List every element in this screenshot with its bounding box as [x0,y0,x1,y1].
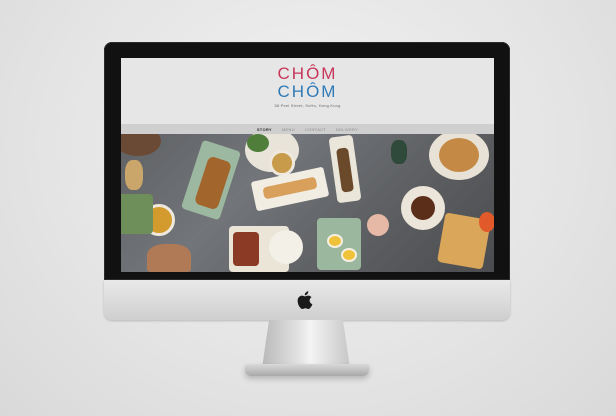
hand-bottom-left [147,244,191,272]
site-header: CHÔM CHÔM 58 Peel Street, SoHo, Hong Kon… [121,58,494,124]
logo-line-bottom[interactable]: CHÔM [121,83,494,101]
address-text: 58 Peel Street, SoHo, Hong Kong [274,103,341,108]
imac-base [245,364,369,376]
plate-curry-bowl [269,150,295,176]
nav-item-story[interactable]: STORY [257,127,272,132]
glass-green [391,140,407,164]
nav-item-menu[interactable]: MENU [282,127,295,132]
egg-1 [327,234,343,248]
plate-top-left [121,134,161,156]
egg-2 [341,248,357,262]
glass-rose [367,214,389,236]
dish-bottom-center-fill [233,232,259,266]
nav-item-contact[interactable]: CONTACT [305,127,326,132]
main-nav: STORY MENU CONTACT DELIVERY [121,124,494,134]
chili-bowl [479,212,494,232]
website-screen: CHÔM CHÔM 58 Peel Street, SoHo, Hong Kon… [121,58,494,272]
imac-monitor: CHÔM CHÔM 58 Peel Street, SoHo, Hong Kon… [104,42,510,280]
dish-salad-left [121,194,153,234]
apple-icon [297,291,313,310]
hero-food-image [121,134,494,272]
plate-noodles-fill [439,138,479,172]
glass-left [125,160,143,190]
nav-item-delivery[interactable]: DELIVERY [336,127,358,132]
plate-pork-fill [411,196,435,220]
logo-line-top[interactable]: CHÔM [121,65,494,83]
plate-rice-bottom [269,230,303,264]
imac-stand [262,320,350,368]
plate-greens-top [247,134,269,152]
